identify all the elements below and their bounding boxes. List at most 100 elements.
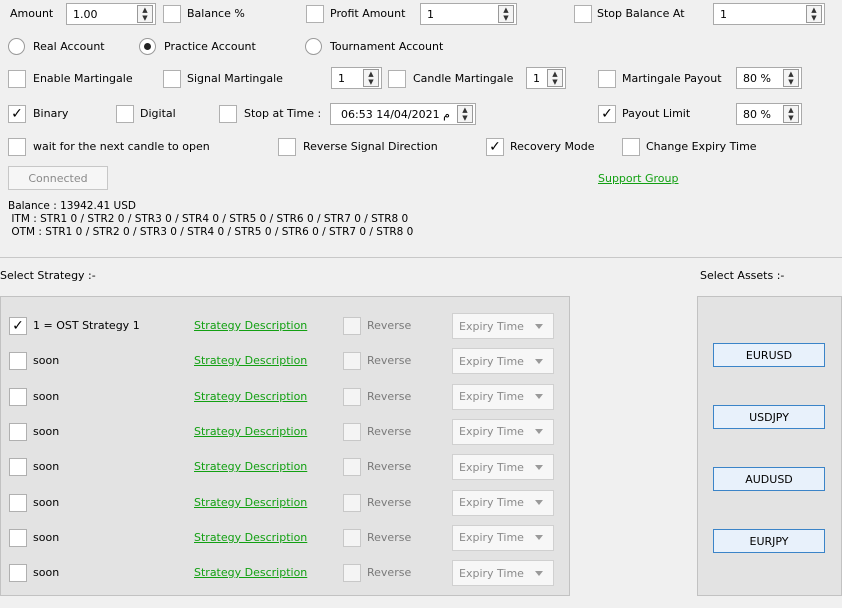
stepper-arrows-icon[interactable]: ▲ ▼ [137, 5, 153, 23]
asset-button[interactable]: EURJPY [713, 529, 825, 553]
strategy-checkbox[interactable] [9, 352, 27, 371]
binary-checkbox[interactable]: ✓ [8, 105, 26, 123]
strategy-name: soon [33, 354, 60, 368]
profit-amount-checkbox[interactable] [306, 5, 324, 23]
strategy-reverse-checkbox[interactable] [343, 528, 361, 547]
stepper-arrows-icon[interactable]: ▲ ▼ [498, 5, 514, 23]
strategy-description-link[interactable]: Strategy Description [194, 531, 307, 544]
strategy-description-link[interactable]: Strategy Description [194, 460, 307, 473]
strategy-checkbox[interactable] [9, 458, 27, 477]
strategy-description-link[interactable]: Strategy Description [194, 319, 307, 332]
recovery-mode-label: Recovery Mode [510, 140, 595, 153]
martingale-payout-stepper[interactable]: 80 % ▲ ▼ [736, 67, 802, 89]
strategy-name: soon [33, 566, 60, 580]
strategy-description-link[interactable]: Strategy Description [194, 354, 307, 367]
stop-time-picker[interactable]: 06:53 14/04/2021 م ▲ ▼ [330, 103, 476, 125]
stepper-arrows-icon[interactable]: ▲ ▼ [783, 105, 799, 123]
wait-next-candle-label: wait for the next candle to open [33, 140, 210, 153]
stepper-arrows-icon[interactable]: ▲ ▼ [457, 105, 473, 123]
amount-stepper[interactable]: 1.00 ▲ ▼ [66, 3, 156, 25]
martingale-payout-label: Martingale Payout [622, 72, 722, 85]
strategy-checkbox[interactable] [9, 422, 27, 441]
stepper-arrows-icon[interactable]: ▲ ▼ [547, 69, 563, 87]
select-assets-header: Select Assets :- [700, 269, 785, 282]
expiry-time-dropdown[interactable]: Expiry Time [452, 418, 554, 445]
check-icon: ✓ [12, 318, 24, 334]
stepper-arrows-icon[interactable]: ▲ ▼ [783, 69, 799, 87]
expiry-time-dropdown[interactable]: Expiry Time [452, 454, 554, 481]
strategy-checkbox[interactable] [9, 387, 27, 406]
strategy-reverse-checkbox[interactable] [343, 493, 361, 512]
signal-martingale-checkbox[interactable] [163, 70, 181, 88]
strategy-description-link[interactable]: Strategy Description [194, 390, 307, 403]
signal-martingale-label: Signal Martingale [187, 72, 283, 85]
itm-stats: ITM : STR1 0 / STR2 0 / STR3 0 / STR4 0 … [8, 213, 409, 225]
strategy-reverse-checkbox[interactable] [343, 422, 361, 441]
change-expiry-checkbox[interactable] [622, 138, 640, 156]
connect-button[interactable]: Connected [8, 166, 108, 190]
payout-limit-checkbox[interactable]: ✓ [598, 105, 616, 123]
chevron-down-icon [535, 535, 543, 541]
expiry-time-value: Expiry Time [459, 354, 524, 368]
strategy-reverse-checkbox[interactable] [343, 352, 361, 371]
strategy-checkbox[interactable] [9, 564, 27, 583]
strategy-description-link[interactable]: Strategy Description [194, 425, 307, 438]
strategy-checkbox[interactable] [9, 528, 27, 547]
reverse-signal-checkbox[interactable] [278, 138, 296, 156]
signal-martingale-stepper[interactable]: 1 ▲ ▼ [331, 67, 382, 89]
balance-percent-checkbox[interactable] [163, 5, 181, 23]
strategy-reverse-checkbox[interactable] [343, 564, 361, 583]
chevron-down-icon [535, 500, 543, 505]
strategy-description-link[interactable]: Strategy Description [194, 566, 307, 579]
expiry-time-dropdown[interactable]: Expiry Time [452, 489, 554, 516]
assets-panel: EURUSD USDJPY AUDUSD EURJPY [697, 296, 842, 596]
martingale-payout-checkbox[interactable] [598, 70, 616, 88]
expiry-time-dropdown[interactable]: Expiry Time [452, 383, 554, 410]
digital-label: Digital [140, 107, 176, 120]
strategy-reverse-label: Reverse [367, 424, 412, 438]
stepper-arrows-icon[interactable]: ▲ ▼ [806, 5, 822, 23]
asset-button[interactable]: AUDUSD [713, 467, 825, 491]
digital-checkbox[interactable] [116, 105, 134, 123]
strategy-name: soon [33, 424, 60, 438]
wait-next-candle-checkbox[interactable] [8, 138, 26, 156]
asset-button[interactable]: USDJPY [713, 405, 825, 429]
strategy-reverse-checkbox[interactable] [343, 458, 361, 477]
stop-balance-stepper[interactable]: 1 ▲ ▼ [713, 3, 825, 25]
real-account-label: Real Account [33, 40, 105, 53]
balance-text: Balance : 13942.41 USD [8, 200, 136, 212]
recovery-mode-checkbox[interactable]: ✓ [486, 138, 504, 156]
profit-amount-stepper[interactable]: 1 ▲ ▼ [420, 3, 517, 25]
expiry-time-value: Expiry Time [459, 319, 524, 333]
candle-martingale-stepper[interactable]: 1 ▲ ▼ [526, 67, 566, 89]
strategy-description-link[interactable]: Strategy Description [194, 496, 307, 509]
expiry-time-dropdown[interactable]: Expiry Time [452, 348, 554, 375]
strategy-reverse-label: Reverse [367, 530, 412, 544]
stop-balance-checkbox[interactable] [574, 5, 592, 23]
enable-martingale-checkbox[interactable] [8, 70, 26, 88]
martingale-payout-value: 80 % [743, 71, 771, 85]
asset-button[interactable]: EURUSD [713, 343, 825, 367]
strategy-checkbox[interactable]: ✓ [9, 317, 27, 335]
strategy-reverse-label: Reverse [367, 389, 412, 403]
strategy-reverse-label: Reverse [367, 460, 412, 474]
practice-account-radio[interactable] [139, 38, 156, 55]
strategy-panel: ✓ 1 = OST Strategy 1 Strategy Description R… [0, 296, 570, 596]
payout-limit-stepper[interactable]: 80 % ▲ ▼ [736, 103, 802, 125]
tournament-account-radio[interactable] [305, 38, 322, 55]
stop-at-time-checkbox[interactable] [219, 105, 237, 123]
expiry-time-dropdown[interactable]: Expiry Time [452, 560, 554, 587]
strategy-reverse-label: Reverse [367, 319, 412, 332]
section-divider [0, 257, 842, 258]
strategy-reverse-checkbox[interactable] [343, 387, 361, 406]
signal-martingale-value: 1 [338, 71, 345, 85]
support-group-link[interactable]: Support Group [598, 172, 678, 185]
strategy-checkbox[interactable] [9, 493, 27, 512]
strategy-reverse-checkbox[interactable] [343, 317, 361, 335]
expiry-time-dropdown[interactable]: Expiry Time [452, 524, 554, 551]
candle-martingale-checkbox[interactable] [388, 70, 406, 88]
stepper-arrows-icon[interactable]: ▲ ▼ [363, 69, 379, 87]
real-account-radio[interactable] [8, 38, 25, 55]
strategy-name: soon [33, 389, 60, 403]
expiry-time-dropdown[interactable]: Expiry Time [452, 313, 554, 339]
